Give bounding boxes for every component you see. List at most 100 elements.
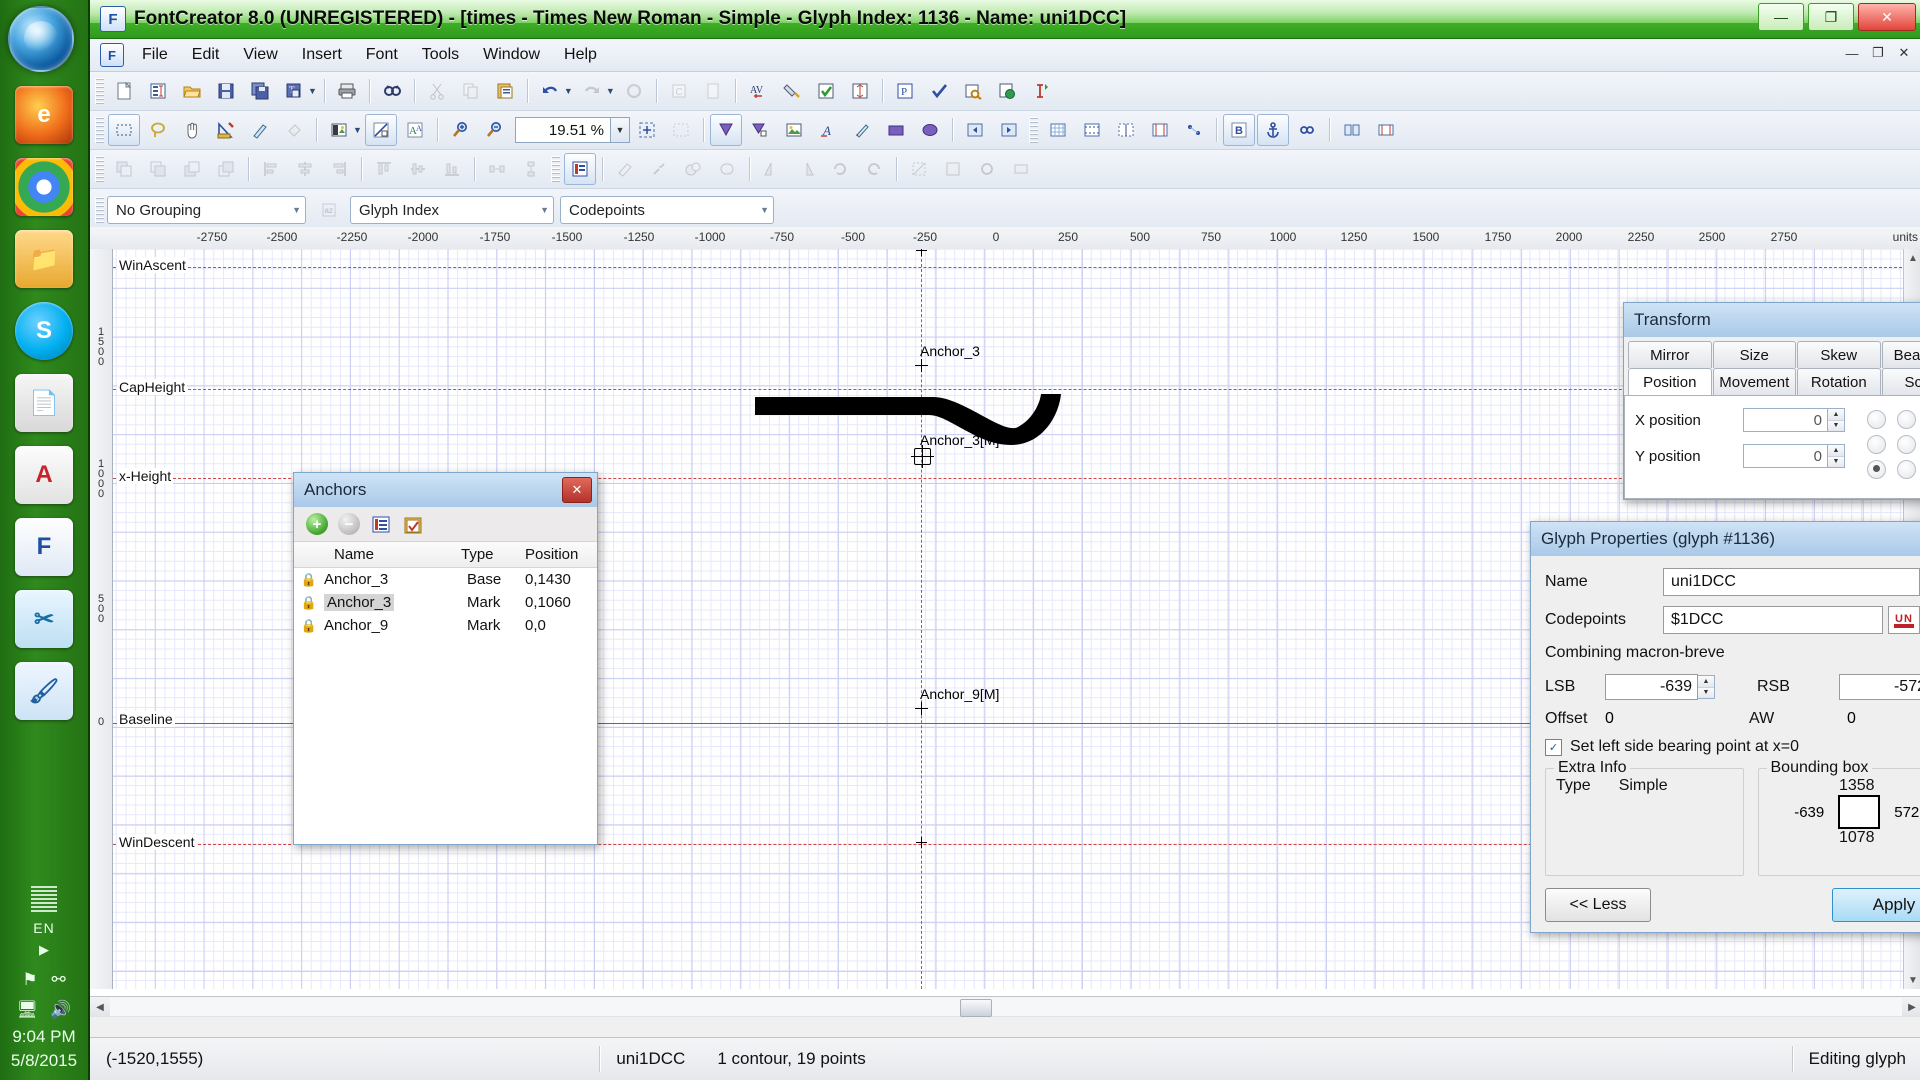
chrome-icon[interactable] (15, 158, 73, 216)
apply-button[interactable]: Apply (1832, 888, 1920, 922)
new-icon[interactable] (108, 75, 140, 107)
autohint-icon[interactable] (776, 75, 808, 107)
scroll-track[interactable] (110, 998, 1902, 1017)
name-input[interactable]: uni1DCC (1663, 568, 1920, 596)
volume-icon[interactable]: 🔊 (50, 1000, 71, 1020)
mdi-close-button[interactable]: ✕ (1894, 44, 1914, 62)
menu-edit[interactable]: Edit (180, 41, 232, 69)
knife-icon[interactable] (244, 114, 276, 146)
spin-down-icon[interactable]: ▼ (1828, 456, 1844, 467)
italic-tool-icon[interactable]: A (812, 114, 844, 146)
start-orb-icon[interactable] (8, 6, 74, 72)
menu-tools[interactable]: Tools (410, 41, 471, 69)
less-button[interactable]: << Less (1545, 888, 1651, 922)
pen-icon[interactable] (846, 114, 878, 146)
find-icon[interactable] (376, 75, 408, 107)
table-row[interactable]: 🔒 Anchor_3 Mark 0,1060 (294, 591, 597, 614)
zoom-dropdown-icon[interactable]: ▼ (610, 117, 630, 143)
glyph-outline[interactable] (753, 367, 1063, 447)
menu-file[interactable]: File (130, 41, 180, 69)
show-hidden-icons-icon[interactable]: ▶ (0, 940, 88, 964)
grouping-select[interactable]: No Grouping ▼ (107, 196, 306, 224)
prev-glyph-icon[interactable] (959, 114, 991, 146)
hint2-icon[interactable] (1370, 114, 1402, 146)
install-font-icon[interactable]: T (278, 75, 310, 107)
mdi-restore-button[interactable]: ❐ (1868, 44, 1888, 62)
anchor-marker-base[interactable] (915, 359, 928, 372)
x-position-input[interactable]: 0 (1743, 408, 1828, 432)
pan-icon[interactable] (176, 114, 208, 146)
anchor-point-bottom-left[interactable] (1867, 460, 1886, 479)
network-share-icon[interactable]: ⚯ (52, 970, 66, 990)
tab-bearings[interactable]: Bearings (1881, 341, 1920, 368)
menu-help[interactable]: Help (552, 41, 609, 69)
paste-icon[interactable] (489, 75, 521, 107)
y-position-input[interactable]: 0 (1743, 444, 1828, 468)
mdi-minimize-button[interactable]: — (1842, 44, 1862, 62)
open-icon[interactable] (176, 75, 208, 107)
scroll-down-icon[interactable]: ▼ (1904, 971, 1920, 989)
insert-char-icon[interactable] (1025, 75, 1057, 107)
save-all-icon[interactable] (244, 75, 276, 107)
image-icon[interactable] (323, 114, 355, 146)
preview-icon[interactable] (957, 75, 989, 107)
firefox-icon[interactable]: e (15, 86, 73, 144)
lsb-input[interactable]: -639 (1605, 674, 1698, 700)
anchor-point-top-left[interactable] (1867, 410, 1886, 429)
codepoints-select[interactable]: Codepoints ▼ (560, 196, 774, 224)
anchors-list[interactable]: Name Type Position 🔒 Anchor_3 Base 0,143… (294, 542, 597, 844)
table-row[interactable]: 🔒 Anchor_9 Mark 0,0 (294, 614, 597, 637)
zoom-level-input[interactable]: 19.51 % (514, 117, 611, 143)
toolbar-grip[interactable] (95, 117, 104, 143)
bold-b-icon[interactable]: B (1222, 114, 1255, 146)
glyph-list-icon[interactable] (564, 153, 596, 185)
unicode-icon[interactable]: UN (1888, 606, 1920, 634)
lsb-spinner[interactable]: ▲ ▼ (1698, 675, 1715, 699)
scroll-up-icon[interactable]: ▲ (1904, 249, 1920, 267)
horizontal-ruler[interactable]: -2750 -2500 -2250 -2000 -1750 -1500 -125… (90, 227, 1920, 250)
lsb-checkbox-row[interactable]: ✓ Set left side bearing point at x=0 (1545, 738, 1920, 756)
next-glyph-icon[interactable] (993, 114, 1025, 146)
spin-down-icon[interactable]: ▼ (1698, 687, 1714, 698)
guides-icon[interactable] (1076, 114, 1108, 146)
anchor-properties-icon[interactable] (370, 513, 392, 535)
y-position-spinner[interactable]: ▲ ▼ (1828, 444, 1845, 468)
codepoints-input[interactable]: $1DCC (1663, 606, 1883, 634)
table-row[interactable]: 🔒 Anchor_3 Base 0,1430 (294, 568, 597, 591)
metrics-icon[interactable] (844, 75, 876, 107)
grid-icon[interactable] (1042, 114, 1074, 146)
tab-position[interactable]: Position (1628, 368, 1712, 395)
check-icon[interactable] (923, 75, 955, 107)
toolbar-grip[interactable] (95, 156, 104, 182)
properties-icon[interactable] (142, 75, 174, 107)
anchor-point-middle-center[interactable] (1897, 435, 1916, 454)
tab-movement[interactable]: Movement (1712, 368, 1796, 395)
x-position-spinner[interactable]: ▲ ▼ (1828, 408, 1845, 432)
fit-icon[interactable] (631, 114, 663, 146)
transform-titlebar[interactable]: Transform ✕ (1623, 302, 1920, 337)
anchor-marker-mark-9[interactable] (915, 702, 928, 715)
rect-icon[interactable] (880, 114, 912, 146)
az-sort-icon[interactable]: az (313, 194, 345, 226)
rsb-input[interactable]: -572 (1839, 674, 1920, 700)
save-icon[interactable] (210, 75, 242, 107)
metrics-grid-icon[interactable] (1144, 114, 1176, 146)
index-mode-select[interactable]: Glyph Index ▼ (350, 196, 554, 224)
anchor-point-middle-left[interactable] (1867, 435, 1886, 454)
postscript-icon[interactable]: P (889, 75, 921, 107)
toolbar-grip[interactable] (95, 78, 104, 104)
file-explorer-icon[interactable]: 📁 (15, 230, 73, 288)
tray-date[interactable]: 5/8/2015 (0, 1050, 88, 1080)
contour-icon[interactable] (364, 114, 397, 146)
validate-icon[interactable] (810, 75, 842, 107)
network-icon[interactable]: 🖥 (17, 1000, 39, 1020)
menu-view[interactable]: View (231, 41, 289, 69)
minimize-button[interactable]: — (1758, 3, 1804, 31)
snipping-tool-icon[interactable]: ✂ (15, 590, 73, 648)
text-icon[interactable]: AA (399, 114, 431, 146)
scroll-right-icon[interactable]: ▶ (1902, 998, 1920, 1016)
tab-size[interactable]: Size (1712, 341, 1796, 368)
tab-mirror[interactable]: Mirror (1628, 341, 1712, 368)
maximize-button[interactable]: ❐ (1808, 3, 1854, 31)
ellipse-icon[interactable] (914, 114, 946, 146)
